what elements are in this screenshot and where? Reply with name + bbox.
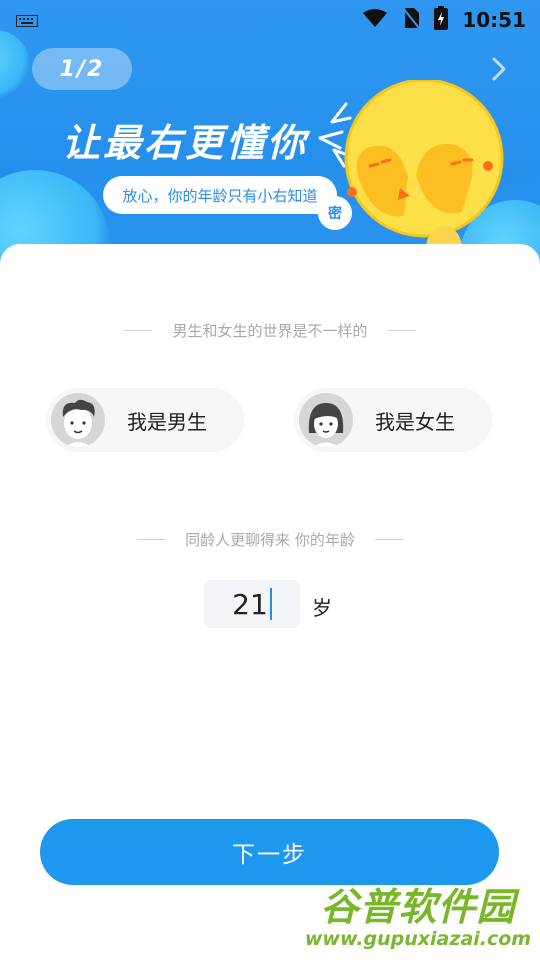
age-unit-label: 岁 (312, 596, 332, 620)
age-input[interactable]: 21 (204, 580, 300, 628)
divider-line (124, 330, 153, 331)
page-title: 让最右更懂你 (62, 121, 309, 165)
divider-line (374, 539, 403, 540)
gender-caption-text: 男生和女生的世界是不一样的 (172, 322, 368, 340)
header-banner: 10:51 1/2 让最右更懂你 放心，你的年龄只有小右知道 密 (0, 0, 540, 280)
watermark-title: 谷普软件园 (320, 885, 516, 929)
age-caption: 同龄人更聊得来 你的年龄 (0, 529, 540, 550)
watermark-url: www.gupuxiazai.com (304, 928, 532, 950)
status-bar: 10:51 (0, 0, 540, 36)
gender-option-female[interactable]: 我是女生 (294, 388, 492, 452)
status-time: 10:51 (462, 8, 526, 32)
male-avatar-icon (51, 393, 105, 447)
next-step-label: 下一步 (232, 842, 307, 868)
age-caption-text: 同龄人更聊得来 你的年龄 (185, 531, 355, 549)
site-watermark: 谷普软件园 www.gupuxiazai.com (296, 876, 540, 960)
age-input-value: 21 (232, 587, 268, 621)
gender-option-male[interactable]: 我是男生 (46, 388, 244, 452)
gender-caption: 男生和女生的世界是不一样的 (0, 320, 540, 341)
gender-option-female-label: 我是女生 (375, 409, 455, 434)
wifi-icon (362, 8, 388, 32)
battery-charging-icon (434, 6, 449, 34)
decorative-bubble (0, 30, 30, 100)
gender-option-male-label: 我是男生 (127, 409, 207, 434)
keyboard-icon (16, 12, 38, 31)
mascot-illustration (312, 78, 532, 270)
divider-line (137, 539, 166, 540)
privacy-tooltip-text: 放心，你的年龄只有小右知道 (122, 186, 318, 205)
female-avatar-icon (299, 393, 353, 447)
secret-badge: 密 (318, 196, 352, 230)
chevron-right-icon[interactable] (486, 56, 512, 82)
divider-line (387, 330, 416, 331)
privacy-tooltip: 放心，你的年龄只有小右知道 (103, 176, 337, 214)
step-indicator: 1/2 (32, 48, 132, 90)
no-sim-icon (402, 7, 421, 33)
text-cursor (269, 588, 272, 620)
